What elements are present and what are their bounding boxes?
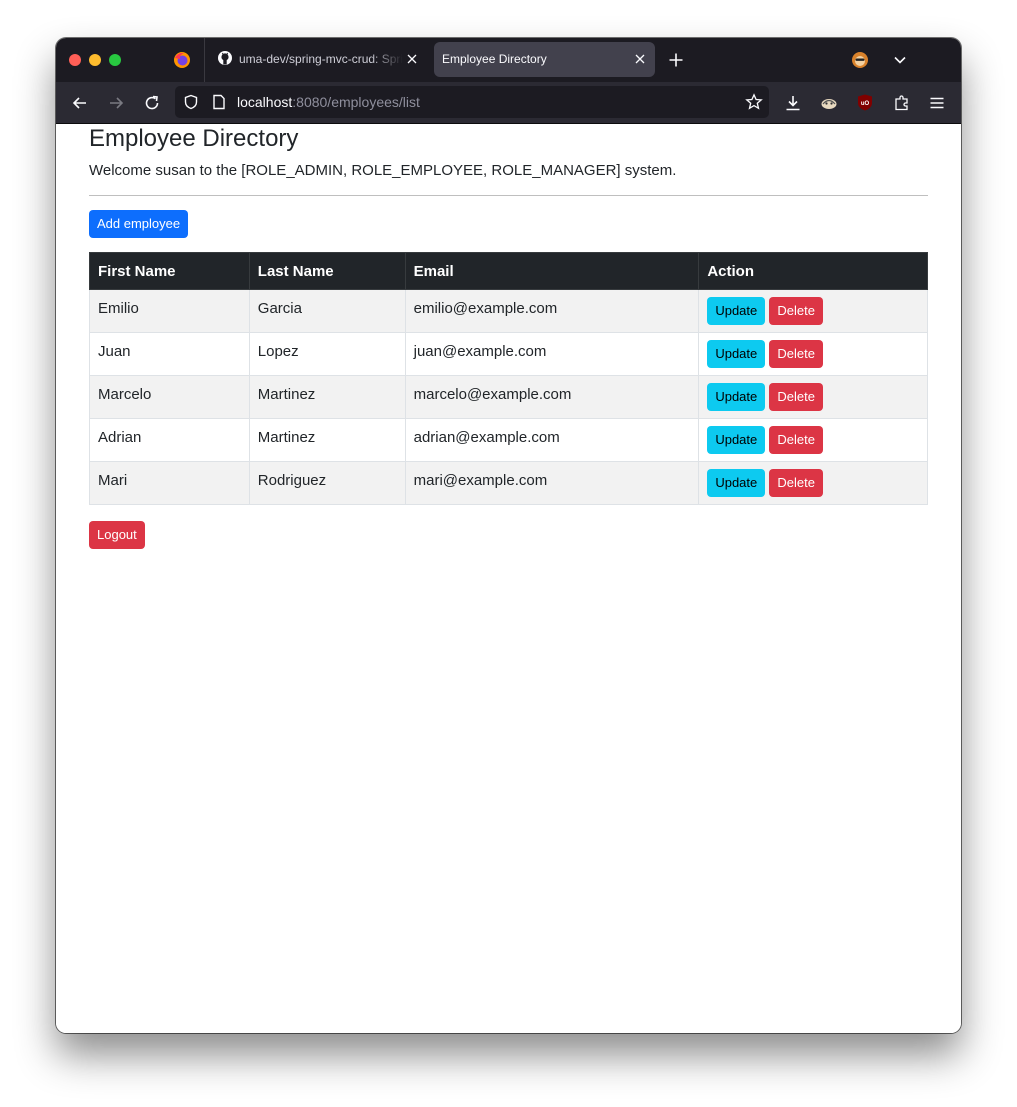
last-name-cell: Martinez xyxy=(248,375,406,419)
logout-button[interactable]: Logout xyxy=(89,521,145,549)
account-avatar-icon[interactable] xyxy=(851,51,869,69)
close-tab-icon[interactable] xyxy=(634,53,646,65)
delete-button[interactable]: Delete xyxy=(769,426,823,454)
first-name-cell: Emilio xyxy=(89,289,250,333)
page-info-icon[interactable] xyxy=(212,94,226,110)
update-button[interactable]: Update xyxy=(707,469,766,497)
github-icon xyxy=(218,51,232,65)
table-row: Marcelo Martinez marcelo@example.com Upd… xyxy=(89,375,928,419)
extensions-puzzle-icon[interactable] xyxy=(893,94,911,112)
firefox-icon[interactable] xyxy=(173,51,191,69)
svg-text:uO: uO xyxy=(861,101,870,107)
email-cell: marcelo@example.com xyxy=(404,375,700,419)
tab-employee-directory[interactable]: Employee Directory xyxy=(434,42,655,77)
update-button[interactable]: Update xyxy=(707,383,766,411)
add-employee-button[interactable]: Add employee xyxy=(89,210,189,238)
minimize-window-button[interactable] xyxy=(89,54,101,66)
update-button[interactable]: Update xyxy=(707,426,766,454)
tab-github[interactable]: uma-dev/spring-mvc-crud: Spring xyxy=(209,42,427,77)
last-name-cell: Lopez xyxy=(248,332,406,376)
email-cell: mari@example.com xyxy=(404,461,700,505)
column-header-last-name: Last Name xyxy=(248,252,406,290)
update-button[interactable]: Update xyxy=(707,297,766,325)
close-window-button[interactable] xyxy=(69,54,81,66)
email-cell: emilio@example.com xyxy=(404,289,700,333)
browser-window: uma-dev/spring-mvc-crud: Spring Employee… xyxy=(56,38,961,1033)
action-cell: Update Delete xyxy=(698,332,928,376)
last-name-cell: Martinez xyxy=(248,418,406,462)
tab-separator xyxy=(204,38,205,82)
column-header-action: Action xyxy=(698,252,928,290)
new-tab-icon[interactable] xyxy=(668,52,684,68)
action-cell: Update Delete xyxy=(698,375,928,419)
action-cell: Update Delete xyxy=(698,418,928,462)
action-cell: Update Delete xyxy=(698,461,928,505)
extension-icon[interactable] xyxy=(820,94,838,112)
last-name-cell: Garcia xyxy=(248,289,406,333)
address-bar[interactable]: localhost:8080/employees/list xyxy=(175,86,769,118)
table-header-row: First Name Last Name Email Action xyxy=(89,252,928,290)
downloads-icon[interactable] xyxy=(784,94,802,112)
tab-title: Employee Directory xyxy=(442,52,547,66)
table-row: Juan Lopez juan@example.com Update Delet… xyxy=(89,332,928,376)
table-row: Emilio Garcia emilio@example.com Update … xyxy=(89,289,928,333)
tracking-protection-shield-icon[interactable] xyxy=(183,94,199,110)
action-cell: Update Delete xyxy=(698,289,928,333)
list-all-tabs-icon[interactable] xyxy=(893,53,907,67)
delete-button[interactable]: Delete xyxy=(769,383,823,411)
bookmark-star-icon[interactable] xyxy=(745,93,763,111)
ublock-origin-icon[interactable]: uO xyxy=(857,94,873,111)
column-header-first-name: First Name xyxy=(89,252,250,290)
table-row: Mari Rodriguez mari@example.com Update D… xyxy=(89,461,928,505)
email-cell: juan@example.com xyxy=(404,332,700,376)
update-button[interactable]: Update xyxy=(707,340,766,368)
page-title: Employee Directory xyxy=(89,125,299,152)
tab-bar: uma-dev/spring-mvc-crud: Spring Employee… xyxy=(56,38,961,82)
first-name-cell: Juan xyxy=(89,332,250,376)
last-name-cell: Rodriguez xyxy=(248,461,406,505)
zoom-window-button[interactable] xyxy=(109,54,121,66)
close-tab-icon[interactable] xyxy=(406,53,418,65)
email-cell: adrian@example.com xyxy=(404,418,700,462)
back-icon[interactable] xyxy=(71,94,89,112)
tab-title: uma-dev/spring-mvc-crud: Spring xyxy=(239,52,403,66)
navigation-toolbar: localhost:8080/employees/list uO xyxy=(56,82,961,124)
first-name-cell: Adrian xyxy=(89,418,250,462)
web-page: Employee Directory Welcome susan to the … xyxy=(56,124,961,1033)
divider xyxy=(89,195,928,196)
delete-button[interactable]: Delete xyxy=(769,340,823,368)
delete-button[interactable]: Delete xyxy=(769,469,823,497)
hamburger-menu-icon[interactable] xyxy=(928,94,946,112)
delete-button[interactable]: Delete xyxy=(769,297,823,325)
first-name-cell: Marcelo xyxy=(89,375,250,419)
employee-table: First Name Last Name Email Action Emilio… xyxy=(89,252,928,505)
forward-icon[interactable] xyxy=(107,94,125,112)
url-path: :8080/employees/list xyxy=(292,94,420,110)
first-name-cell: Mari xyxy=(89,461,250,505)
url-host: localhost xyxy=(237,94,293,110)
table-row: Adrian Martinez adrian@example.com Updat… xyxy=(89,418,928,462)
reload-icon[interactable] xyxy=(143,94,161,112)
column-header-email: Email xyxy=(404,252,700,290)
url-text[interactable]: localhost:8080/employees/list xyxy=(237,94,420,110)
welcome-message: Welcome susan to the [ROLE_ADMIN, ROLE_E… xyxy=(89,162,677,179)
